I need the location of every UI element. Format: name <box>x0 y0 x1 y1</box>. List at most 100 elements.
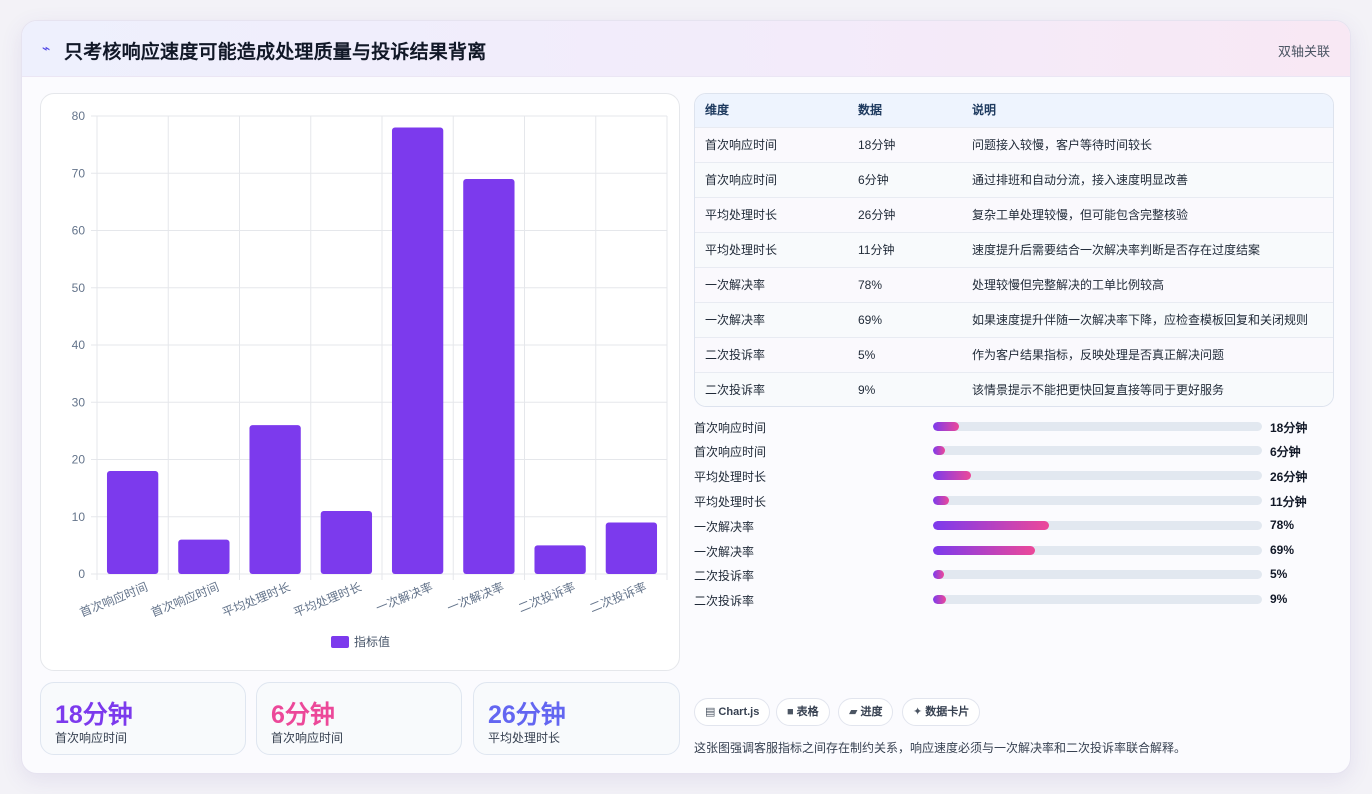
bar <box>249 425 301 574</box>
stat-card: 18分钟 首次响应时间 <box>40 682 246 755</box>
page-title: 只考核响应速度可能造成处理质量与投诉结果背离 <box>64 42 487 63</box>
table-cell: 通过排班和自动分流，接入速度明显改善 <box>972 173 1189 187</box>
bar-chart-panel: 0 10 20 30 40 50 60 70 80 首次响应时间 首次响应时间 平均处理时长 平均处理时… <box>40 93 680 671</box>
progress-fill <box>933 446 945 455</box>
chip-label: 进度 <box>860 706 883 718</box>
progress-value: 78% <box>1270 518 1295 532</box>
progress-value: 6分钟 <box>1270 445 1301 459</box>
stat-label: 平均处理时长 <box>488 731 561 745</box>
bar <box>605 522 658 574</box>
progress-value: 18分钟 <box>1270 421 1308 435</box>
progress-value: 26分钟 <box>1270 470 1308 484</box>
x-tick-label: 二次投诉率 <box>587 579 648 615</box>
table-row: 一次解决率 78% 处理较慢但完整解决的工单比例较高 <box>695 267 1333 302</box>
stat-card: 6分钟 首次响应时间 <box>256 682 462 755</box>
x-tick-label: 一次解决率 <box>445 579 506 615</box>
table-cell: 复杂工单处理较慢，但可能包含完整核验 <box>972 208 1189 222</box>
progress-fill <box>933 570 944 579</box>
table-cell: 问题接入较慢，客户等待时间较长 <box>972 138 1153 152</box>
progress-track <box>933 446 1262 455</box>
table-cell: 26分钟 <box>858 208 896 222</box>
progress-track <box>933 595 1262 604</box>
y-tick-label: 50 <box>72 281 86 295</box>
chip-label: 数据卡片 <box>925 706 970 718</box>
progress-track <box>933 422 1262 431</box>
stat-value: 26分钟 <box>488 701 566 729</box>
y-tick-label: 30 <box>72 395 86 409</box>
table-cell: 速度提升后需要结合一次解决率判断是否存在过度结案 <box>972 243 1261 257</box>
progress-row: 首次响应时间 18分钟 <box>694 416 1334 436</box>
table-cell: 平均处理时长 <box>705 208 778 222</box>
chip-data-card[interactable]: ✦ 数据卡片 <box>902 698 981 726</box>
table-cell: 该情景提示不能把更快回复直接等同于更好服务 <box>972 383 1225 397</box>
table-cell: 6分钟 <box>858 173 889 187</box>
y-tick-label: 20 <box>72 453 86 467</box>
progress-fill <box>933 471 971 480</box>
progress-track <box>933 570 1262 579</box>
progress-icon: ▰ <box>849 706 858 718</box>
progress-label: 首次响应时间 <box>694 445 767 459</box>
table-cell: 78% <box>858 278 883 292</box>
stat-label: 首次响应时间 <box>55 731 128 745</box>
table-cell: 首次响应时间 <box>705 173 778 187</box>
chip-progress[interactable]: ▰ 进度 <box>838 698 894 726</box>
stat-card: 26分钟 平均处理时长 <box>473 682 680 755</box>
table-row: 首次响应时间 6分钟 通过排班和自动分流，接入速度明显改善 <box>695 162 1333 197</box>
stat-label: 首次响应时间 <box>271 731 344 745</box>
x-tick-label: 平均处理时长 <box>291 580 363 620</box>
table-cell: 5% <box>858 348 876 362</box>
progress-row: 二次投诉率 5% <box>694 564 1334 584</box>
chip-label: 表格 <box>796 706 819 718</box>
x-tick-label: 首次响应时间 <box>149 579 221 620</box>
header-bar: ⌁ 只考核响应速度可能造成处理质量与投诉结果背离 双轴关联 <box>22 21 1350 77</box>
progress-value: 5% <box>1270 567 1288 581</box>
progress-label: 二次投诉率 <box>694 569 755 583</box>
progress-fill <box>933 422 960 431</box>
table-cell: 平均处理时长 <box>705 243 778 257</box>
chip-label: Chart.js <box>718 706 760 718</box>
table-row: 平均处理时长 26分钟 复杂工单处理较慢，但可能包含完整核验 <box>695 197 1333 232</box>
progress-label: 平均处理时长 <box>694 495 767 509</box>
bar <box>534 545 586 574</box>
table-cell: 如果速度提升伴随一次解决率下降，应检查模板回复和关闭规则 <box>972 313 1309 327</box>
progress-fill <box>933 546 1035 555</box>
progress-label: 二次投诉率 <box>694 594 755 608</box>
bar <box>463 178 515 574</box>
stat-value: 6分钟 <box>271 701 335 729</box>
y-tick-label: 0 <box>78 567 85 581</box>
table-header-cell: 数据 <box>858 103 883 117</box>
chip-chartjs[interactable]: ▤ Chart.js <box>694 698 771 726</box>
progress-fill <box>933 595 947 604</box>
bar <box>320 511 373 574</box>
sparkle-icon: ✦ <box>913 706 923 718</box>
bar <box>178 539 230 574</box>
progress-track <box>933 521 1262 530</box>
progress-row: 一次解决率 69% <box>694 540 1334 560</box>
table-cell: 11分钟 <box>858 243 895 257</box>
progress-row: 首次响应时间 6分钟 <box>694 440 1334 460</box>
chip-table[interactable]: ■ 表格 <box>776 698 830 726</box>
progress-label: 一次解决率 <box>694 520 755 534</box>
progress-row: 平均处理时长 26分钟 <box>694 465 1334 485</box>
table-cell: 18分钟 <box>858 138 896 152</box>
table-cell: 二次投诉率 <box>705 383 766 397</box>
legend-label: 指标值 <box>354 634 390 649</box>
y-tick-label: 80 <box>72 109 86 123</box>
table-row: 首次响应时间 18分钟 问题接入较慢，客户等待时间较长 <box>695 127 1333 162</box>
table-cell: 二次投诉率 <box>705 348 766 362</box>
progress-value: 11分钟 <box>1270 495 1307 509</box>
progress-fill <box>933 496 950 505</box>
data-table: 维度 数据 说明 首次响应时间 18分钟 问题接入较慢，客户等待时间较长 首次响… <box>694 93 1334 407</box>
footnote: 这张图强调客服指标之间存在制约关系，响应速度必须与一次解决率和二次投诉率联合解释… <box>694 741 1187 755</box>
table-row: 二次投诉率 9% 该情景提示不能把更快回复直接等同于更好服务 <box>695 372 1333 406</box>
progress-label: 首次响应时间 <box>694 421 767 435</box>
table-header-cell: 维度 <box>705 103 730 117</box>
progress-value: 69% <box>1270 543 1295 557</box>
y-tick-label: 70 <box>72 166 86 180</box>
table-cell: 9% <box>858 383 876 397</box>
bar <box>106 470 159 574</box>
table-cell: 首次响应时间 <box>705 138 778 152</box>
table-cell: 一次解决率 <box>705 278 766 292</box>
table-cell: 作为客户结果指标，反映处理是否真正解决问题 <box>972 348 1225 362</box>
x-tick-label: 首次响应时间 <box>77 579 149 620</box>
